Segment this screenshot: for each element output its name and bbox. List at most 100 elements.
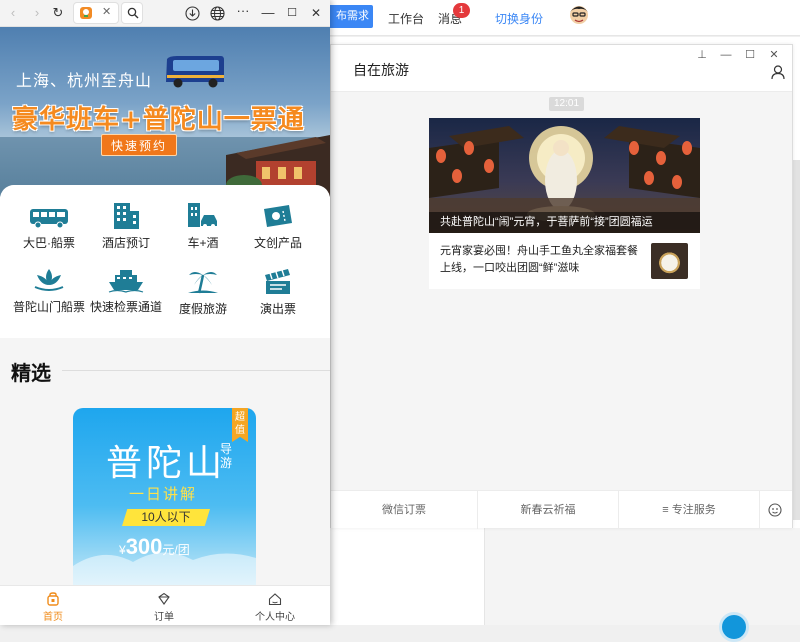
article-thumbnail[interactable] — [651, 243, 688, 279]
promo-guide-label: 导游 — [220, 442, 233, 470]
hotel-icon — [114, 203, 139, 229]
grid-item-fast-checkin[interactable]: 快速检票通道 — [86, 267, 166, 327]
chat-footer-menu: 微信订票 新春云祈福 ≡ 专注服务 — [331, 490, 792, 529]
menu-dedicated-service[interactable]: ≡ 专注服务 — [619, 491, 759, 529]
grid-item-car-hotel[interactable]: 车+酒 — [163, 201, 243, 261]
pin-icon[interactable]: ⊥ — [690, 47, 714, 63]
avatar[interactable] — [567, 2, 591, 26]
search-icon — [127, 7, 139, 19]
grid-item-label: 度假旅游 — [178, 302, 227, 316]
message-area[interactable]: 12:01 共赴普陀山“闹”元宵，于菩萨前“接”团圆福运 元宵家宴必囤！舟山手工… — [331, 92, 792, 490]
globe-icon[interactable] — [210, 6, 225, 21]
grid-item-cultural-products[interactable]: 文创产品 — [238, 203, 318, 263]
switch-identity-link[interactable]: 切换身份 — [495, 10, 543, 27]
article-subtitle[interactable]: 元宵家宴必囤！舟山手工鱼丸全家福套餐上线，一口咬出团圆“鲜”滋味 — [440, 243, 645, 277]
grid-item-label: 车+酒 — [187, 236, 219, 250]
grid-item-putuo-gate-ticket[interactable]: 普陀山门船票 — [9, 267, 89, 327]
workbench-link[interactable]: 工作台 — [388, 10, 424, 27]
grid-item-bus-ship-ticket[interactable]: 大巴·船票 — [9, 207, 89, 267]
avatar-icon — [570, 6, 588, 24]
menu-wechat-ticket[interactable]: 微信订票 — [331, 491, 477, 529]
publish-demand-button[interactable]: 布需求 — [330, 5, 373, 28]
divider — [759, 491, 760, 529]
tab-close-icon[interactable]: ✕ — [102, 5, 111, 18]
side-panel — [485, 528, 800, 625]
tab-profile[interactable]: 个人中心 — [235, 592, 315, 623]
home-content[interactable]: 大巴·船票 酒店预订 车+酒 文创产品 普陀山门船票 快速检票通道 度假旅游 演… — [0, 185, 330, 585]
lotus-icon — [34, 269, 64, 291]
chat-window-controls: ⊥ — ☐ ✕ — [690, 47, 786, 63]
menu-lines-icon: ≡ — [662, 504, 672, 516]
promo-group-size: 10人以下 — [122, 509, 210, 526]
user-icon[interactable] — [771, 65, 785, 80]
grid-item-label: 酒店预订 — [101, 236, 150, 250]
palm-icon — [188, 272, 218, 294]
promo-title: 普陀山 — [106, 443, 227, 484]
bottom-tab-bar: 首页 订单 个人中心 — [0, 585, 330, 625]
search-button[interactable] — [121, 2, 143, 24]
browser-toolbar: ‹ › ↻ ✕ ··· — ☐ ✕ — [0, 0, 330, 27]
divider — [62, 370, 330, 371]
orders-icon — [158, 592, 170, 605]
tab-orders-label: 订单 — [154, 612, 174, 623]
promo-oneday-label: 一日讲解 — [129, 486, 198, 503]
clapper-icon — [265, 269, 290, 294]
hero-banner[interactable]: 上海、杭州至舟山 豪华班车+普陀山一票通 快速预约 — [0, 27, 330, 197]
tab-profile-label: 个人中心 — [255, 612, 295, 623]
top-nav: 布需求 工作台 消息 1 切换身份 — [330, 0, 800, 36]
tab-home-label: 首页 — [43, 612, 63, 623]
menu-spring-blessing[interactable]: 新春云祈福 — [478, 491, 618, 529]
site-favicon-icon — [80, 7, 92, 19]
message-time: 12:01 — [549, 97, 585, 111]
grid-item-label: 普陀山门船票 — [12, 300, 85, 314]
back-icon[interactable]: ‹ — [6, 4, 20, 22]
grid-item-label: 演出票 — [259, 302, 296, 316]
promo-currency: ¥ — [119, 543, 126, 557]
grid-item-label: 文创产品 — [253, 236, 302, 250]
refresh-icon[interactable]: ↻ — [50, 4, 66, 22]
home-icon — [47, 592, 59, 606]
promo-price-value: 300 — [125, 534, 163, 559]
profile-icon — [268, 593, 282, 606]
close-icon[interactable]: ✕ — [762, 47, 786, 63]
bus-illustration-icon — [166, 56, 224, 88]
forward-icon[interactable]: › — [30, 4, 44, 22]
scrollbar[interactable] — [792, 160, 800, 520]
tab-home[interactable]: 首页 — [13, 592, 93, 623]
browser-tab[interactable]: ✕ — [73, 2, 119, 24]
chat-window: ⊥ — ☐ ✕ 自在旅游 12:01 共赴普陀山“闹”元宵，于菩萨前“接”团圆福… — [330, 44, 793, 529]
car-hotel-icon — [188, 203, 217, 228]
promo-price-unit: 元/团 — [162, 543, 190, 557]
quick-booking-button[interactable]: 快速预约 — [101, 134, 177, 156]
mobile-browser-window: ‹ › ↻ ✕ ··· — ☐ ✕ 上海、杭州至舟山 豪华班车+普陀山一票通 快… — [0, 0, 330, 625]
floating-chat-button[interactable] — [719, 612, 749, 642]
grid-item-label: 大巴·船票 — [23, 236, 75, 250]
article-image[interactable]: 共赴普陀山“闹”元宵，于菩萨前“接”团圆福运 — [429, 118, 700, 233]
grid-item-label: 快速检票通道 — [89, 300, 162, 314]
message-badge: 1 — [453, 3, 470, 18]
minimize-icon[interactable]: — — [714, 47, 738, 63]
grid-item-vacation-tour[interactable]: 度假旅游 — [163, 267, 243, 327]
more-icon[interactable]: ··· — [234, 2, 252, 20]
article-card[interactable]: 共赴普陀山“闹”元宵，于菩萨前“接”团圆福运 元宵家宴必囤！舟山手工鱼丸全家福套… — [429, 118, 700, 289]
minimize-icon[interactable]: — — [260, 4, 276, 22]
promo-value-tag: 超值 — [232, 408, 248, 442]
featured-section-title: 精选 — [11, 363, 51, 385]
download-icon[interactable] — [185, 6, 200, 21]
article-title: 共赴普陀山“闹”元宵，于菩萨前“接”团圆福运 — [429, 212, 700, 233]
featured-promo-card[interactable]: 普陀山 导游 一日讲解 10人以下 ¥300元/团 超值 — [73, 408, 256, 585]
banner-subtitle: 上海、杭州至舟山 — [16, 73, 153, 90]
bus-icon — [30, 209, 68, 229]
close-icon[interactable]: ✕ — [308, 4, 324, 22]
chat-title: 自在旅游 — [353, 62, 409, 78]
maximize-icon[interactable]: ☐ — [284, 4, 300, 22]
grid-item-hotel-booking[interactable]: 酒店预订 — [86, 201, 166, 261]
keyboard-toggle-icon[interactable] — [768, 503, 782, 517]
tab-orders[interactable]: 订单 — [124, 592, 204, 623]
grid-item-show-tickets[interactable]: 演出票 — [238, 267, 318, 327]
ship-icon — [108, 270, 144, 293]
maximize-icon[interactable]: ☐ — [738, 47, 762, 63]
menu-dedicated-service-label: 专注服务 — [671, 504, 716, 516]
promo-price: ¥300元/团 — [119, 534, 190, 560]
service-grid: 大巴·船票 酒店预订 车+酒 文创产品 普陀山门船票 快速检票通道 度假旅游 演… — [0, 185, 330, 338]
